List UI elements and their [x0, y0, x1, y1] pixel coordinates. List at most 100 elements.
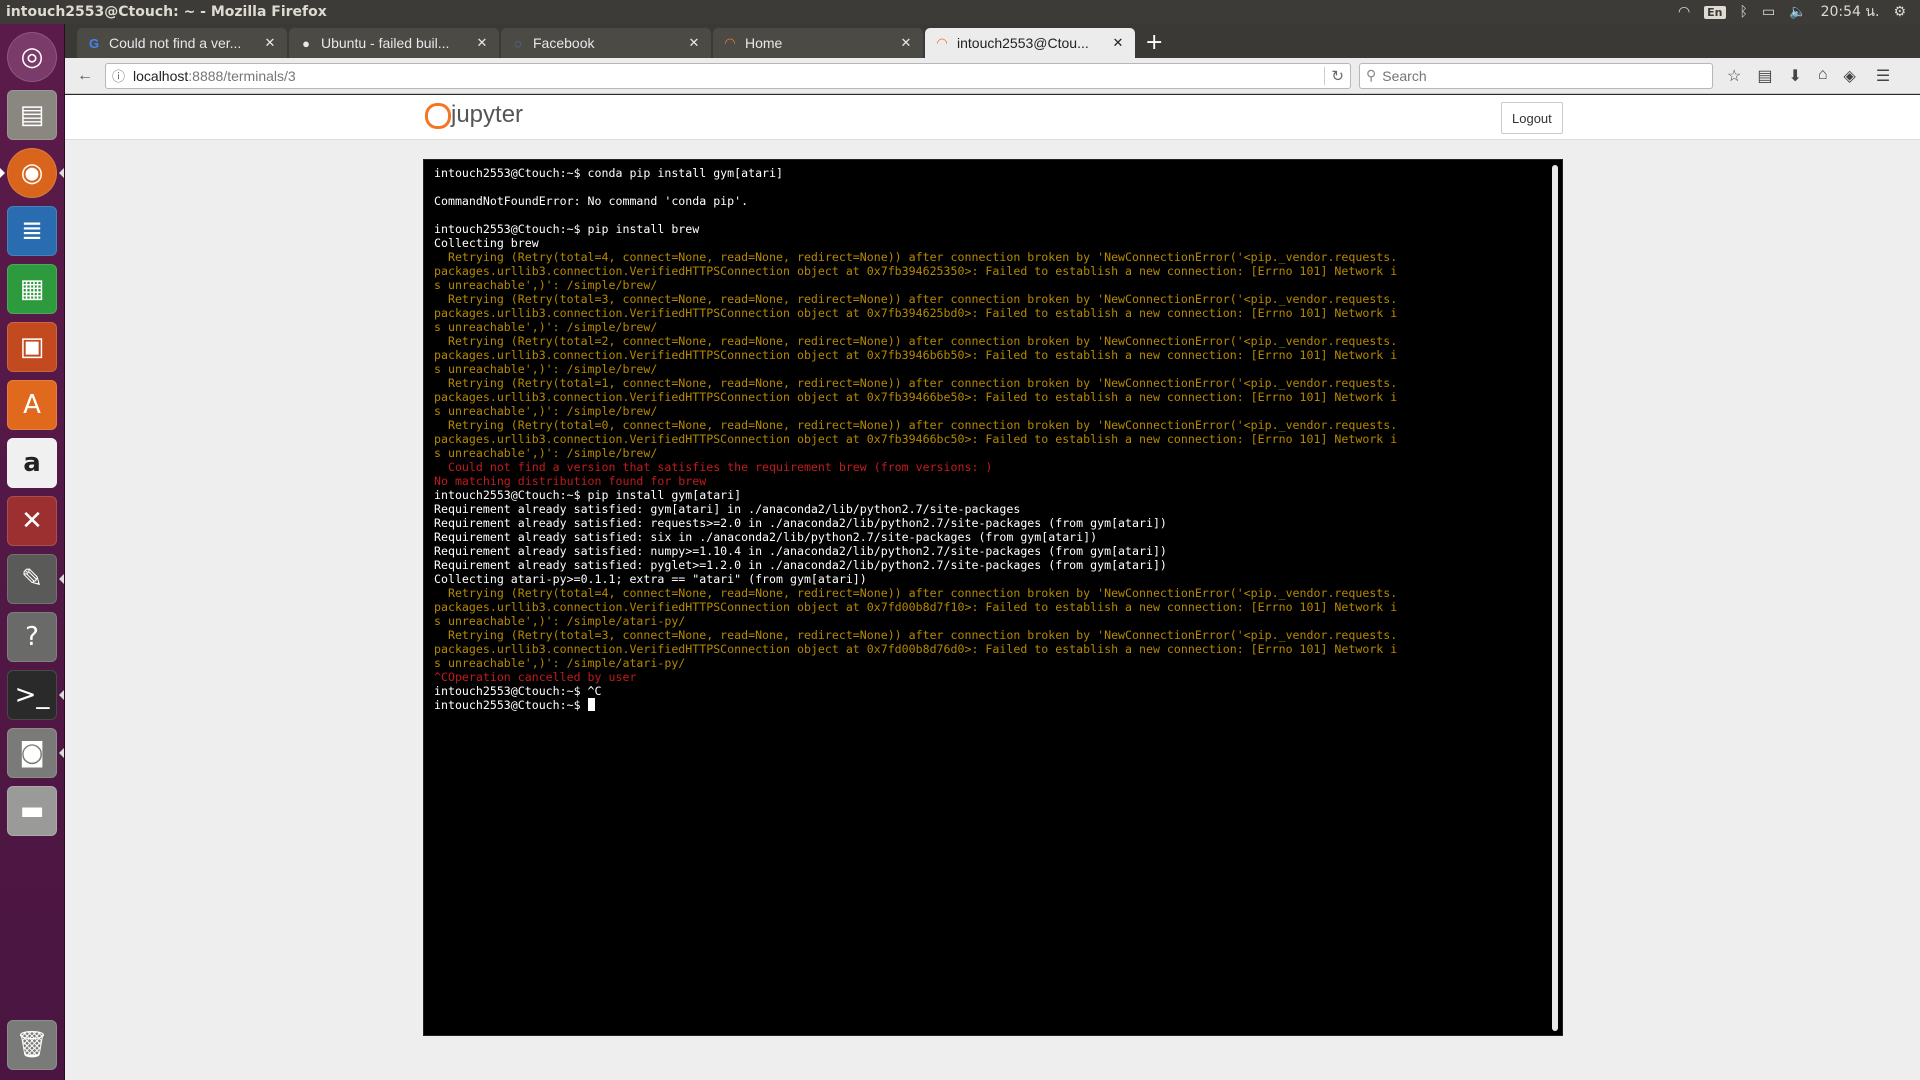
firefox-icon[interactable]: ◉: [0, 148, 64, 198]
terminal-line: intouch2553@Ctouch:~$ pip install brew: [434, 222, 700, 236]
terminal-scrollbar[interactable]: [1552, 165, 1558, 1031]
menu-icon[interactable]: ☰: [1876, 66, 1890, 86]
terminal-icon[interactable]: >_: [7, 670, 64, 720]
terminal-line: s unreachable',)': /simple/brew/: [434, 446, 658, 460]
jupyter-logo[interactable]: jupyter: [423, 101, 523, 129]
tab-bar: G Could not find a ver... ✕ ● Ubuntu - f…: [65, 24, 1920, 58]
close-icon[interactable]: ✕: [899, 35, 913, 51]
terminal-line: Requirement already satisfied: six in ./…: [434, 530, 1098, 544]
ubuntu-dash-icon[interactable]: ◎: [7, 32, 57, 82]
navigation-bar: ← ⓘ localhost:8888/terminals/3 ↻ ⚲ ☆ ▤ ⬇…: [65, 58, 1920, 94]
software-center-icon[interactable]: A: [7, 380, 57, 430]
terminal-line: Retrying (Retry(total=0, connect=None, r…: [434, 418, 1398, 432]
terminal-line: Requirement already satisfied: pyglet>=1…: [434, 558, 1167, 572]
terminal-line: s unreachable',)': /simple/brew/: [434, 320, 658, 334]
volume-icon[interactable]: 🔈: [1789, 4, 1806, 20]
download-icon[interactable]: ⬇: [1788, 66, 1801, 86]
terminal-line: packages.urllib3.connection.VerifiedHTTP…: [434, 348, 1398, 362]
terminal-line: Requirement already satisfied: numpy>=1.…: [434, 544, 1167, 558]
keyboard-layout-indicator[interactable]: En: [1704, 5, 1726, 19]
url-host: localhost: [133, 67, 189, 84]
terminal-output: intouch2553@Ctouch:~$ conda pip install …: [434, 166, 1552, 712]
screenshot-icon[interactable]: ◙: [7, 728, 64, 778]
terminal-line: s unreachable',)': /simple/brew/: [434, 404, 658, 418]
tab-facebook[interactable]: ◌ Facebook ✕: [501, 28, 711, 58]
clock[interactable]: 20:54 น.: [1821, 1, 1880, 23]
jupyter-logo-icon: [423, 101, 451, 129]
terminal-line: packages.urllib3.connection.VerifiedHTTP…: [434, 600, 1398, 614]
terminal-line: intouch2553@Ctouch:~$ ^C: [434, 684, 602, 698]
terminal-line: s unreachable',)': /simple/brew/: [434, 278, 658, 292]
home-icon[interactable]: ⌂: [1818, 66, 1828, 86]
bluetooth-icon[interactable]: ᛒ: [1740, 4, 1748, 20]
tab-label: Ubuntu - failed buil...: [321, 35, 450, 51]
terminal-line: ^COperation cancelled by user: [434, 670, 637, 684]
search-icon: ⚲: [1366, 67, 1377, 83]
close-icon[interactable]: ✕: [263, 35, 277, 51]
tab-label: Could not find a ver...: [109, 35, 242, 51]
help-icon[interactable]: ?: [7, 612, 57, 662]
tab-label: intouch2553@Ctou...: [957, 35, 1089, 51]
search-bar[interactable]: ⚲: [1359, 62, 1713, 89]
terminal-line: packages.urllib3.connection.VerifiedHTTP…: [434, 390, 1398, 404]
terminal-line: Requirement already satisfied: requests>…: [434, 516, 1167, 530]
google-icon: G: [88, 35, 100, 51]
terminal-line: intouch2553@Ctouch:~$ conda pip install …: [434, 166, 784, 180]
terminal-line: CommandNotFoundError: No command 'conda …: [434, 194, 749, 208]
url-bar[interactable]: ⓘ localhost:8888/terminals/3 ↻: [105, 62, 1351, 89]
gear-icon[interactable]: ⚙: [1893, 4, 1906, 20]
terminal-line: Retrying (Retry(total=4, connect=None, r…: [434, 586, 1398, 600]
disk-icon[interactable]: ▬: [7, 786, 57, 836]
calc-icon[interactable]: ▦: [7, 264, 57, 314]
terminal-line: Retrying (Retry(total=3, connect=None, r…: [434, 628, 1398, 642]
new-tab-button[interactable]: +: [1137, 30, 1173, 58]
terminal-cursor: [587, 698, 595, 711]
terminal-line: s unreachable',)': /simple/brew/: [434, 362, 658, 376]
battery-icon[interactable]: ▭: [1762, 4, 1775, 20]
terminal-line: packages.urllib3.connection.VerifiedHTTP…: [434, 432, 1398, 446]
jupyter-icon: ◠: [936, 35, 948, 50]
tab-terminal[interactable]: ◠ intouch2553@Ctou... ✕: [925, 28, 1135, 58]
text-editor-icon[interactable]: ✎: [7, 554, 64, 604]
terminal-line: packages.urllib3.connection.VerifiedHTTP…: [434, 306, 1398, 320]
terminal-prompt: intouch2553@Ctouch:~$: [434, 698, 1552, 712]
terminal-line: s unreachable',)': /simple/atari-py/: [434, 614, 686, 628]
terminal-line: No matching distribution found for brew: [434, 474, 707, 488]
bookmark-star-icon[interactable]: ☆: [1727, 66, 1741, 86]
tab-label: Facebook: [533, 35, 595, 51]
tab-ubuntu-failed[interactable]: ● Ubuntu - failed buil... ✕: [289, 28, 499, 58]
trash-icon[interactable]: 🗑: [7, 1020, 57, 1070]
terminal-line: Requirement already satisfied: gym[atari…: [434, 502, 1021, 516]
wifi-icon[interactable]: ◠: [1678, 4, 1690, 20]
logout-button[interactable]: Logout: [1501, 102, 1563, 134]
reload-icon[interactable]: ↻: [1324, 66, 1344, 85]
terminal-line: Collecting brew: [434, 236, 539, 250]
writer-icon[interactable]: ≣: [7, 206, 57, 256]
impress-icon[interactable]: ▣: [7, 322, 57, 372]
system-settings-icon[interactable]: ✕: [7, 496, 57, 546]
terminal-line: packages.urllib3.connection.VerifiedHTTP…: [434, 642, 1398, 656]
files-icon[interactable]: ▤: [7, 90, 57, 140]
close-icon[interactable]: ✕: [687, 35, 701, 51]
info-icon[interactable]: ⓘ: [112, 66, 125, 85]
amazon-icon[interactable]: a: [7, 438, 57, 488]
github-icon: ●: [302, 35, 310, 51]
close-icon[interactable]: ✕: [475, 35, 489, 51]
terminal-prompt-text: intouch2553@Ctouch:~$: [434, 698, 588, 712]
reading-list-icon[interactable]: ▤: [1757, 66, 1772, 86]
terminal-line: Could not find a version that satisfies …: [434, 460, 993, 474]
tab-home[interactable]: ◠ Home ✕: [713, 28, 923, 58]
terminal-line: Retrying (Retry(total=1, connect=None, r…: [434, 376, 1398, 390]
tab-could-not-find[interactable]: G Could not find a ver... ✕: [77, 28, 287, 58]
back-arrow-icon[interactable]: ←: [71, 62, 99, 90]
terminal-line: packages.urllib3.connection.VerifiedHTTP…: [434, 264, 1398, 278]
window-title: intouch2553@Ctouch: ~ - Mozilla Firefox: [6, 4, 327, 20]
terminal-line: s unreachable',)': /simple/atari-py/: [434, 656, 686, 670]
pocket-icon[interactable]: ◈: [1844, 66, 1856, 86]
terminal-window[interactable]: intouch2553@Ctouch:~$ conda pip install …: [423, 159, 1563, 1036]
search-input[interactable]: [1382, 67, 1683, 84]
terminal-line: intouch2553@Ctouch:~$ pip install gym[at…: [434, 488, 742, 502]
close-icon[interactable]: ✕: [1111, 35, 1125, 51]
jupyter-icon: ◠: [724, 35, 736, 50]
